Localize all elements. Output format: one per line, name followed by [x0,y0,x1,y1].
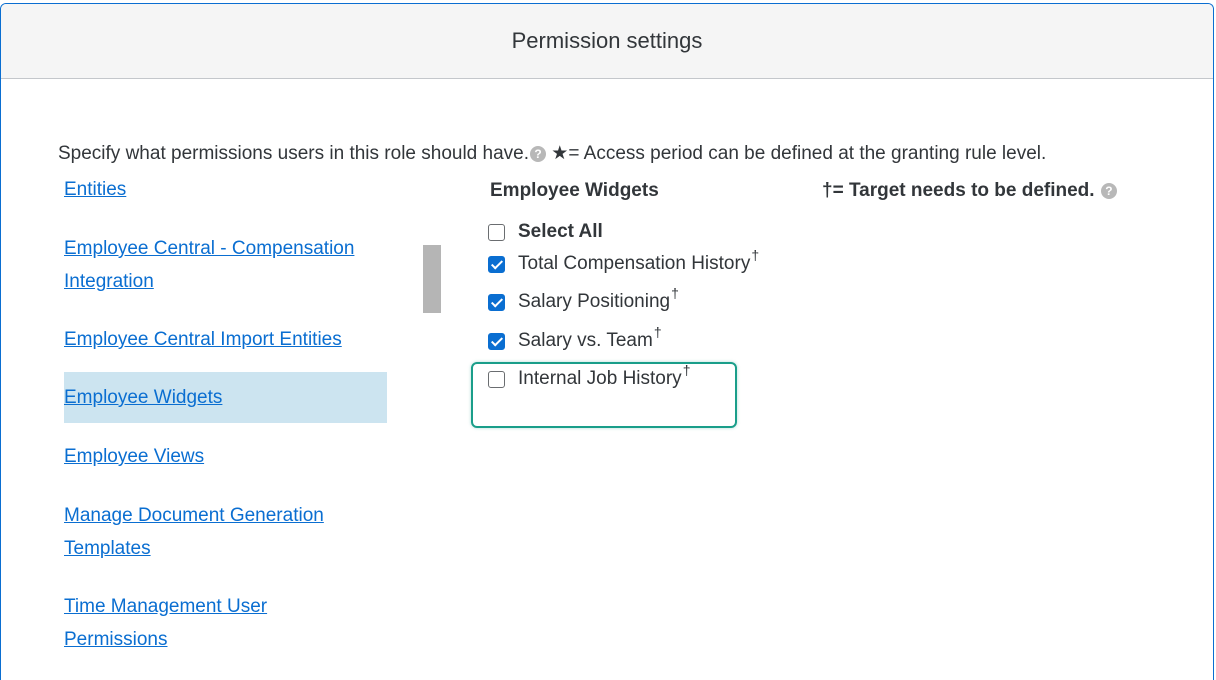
nav-scrollbar-thumb[interactable] [423,245,441,313]
select-all-checkbox[interactable] [488,223,505,241]
permission-row-total-compensation-history[interactable]: Total Compensation History † [488,247,759,275]
permission-settings-dialog: Permission settings Specify what permiss… [0,3,1214,680]
dialog-header: Permission settings [1,4,1213,79]
section-title: Employee Widgets [490,180,659,201]
permission-checkbox[interactable] [488,293,505,311]
target-dagger: † [653,324,662,340]
intro-text: Specify what permissions users in this r… [58,142,1046,165]
nav-item-employee-widgets[interactable]: Employee Widgets [64,372,387,423]
select-all-checkbox-row[interactable]: Select All [488,221,603,243]
intro-instruction: Specify what permissions users in this r… [58,143,530,164]
permission-checkbox[interactable] [488,255,505,273]
permission-label[interactable]: Salary vs. Team [518,330,653,352]
permission-row-salary-positioning[interactable]: Salary Positioning † [488,285,679,313]
nav-item-label-line2[interactable]: Permissions [64,629,167,650]
nav-item-label[interactable]: Manage Document Generation [64,505,324,526]
highlight-box [471,362,737,428]
question-circle-icon[interactable]: ? [1100,183,1117,199]
permission-row-salary-vs-team[interactable]: Salary vs. Team † [488,324,662,352]
nav-item-label[interactable]: Employee Widgets [64,387,222,408]
permission-checkbox[interactable] [488,332,505,350]
target-legend: †= Target needs to be defined. ? [822,180,1117,202]
permission-label[interactable]: Select All [518,221,603,243]
nav-item-time-management-user-permissions[interactable]: Time Management User Permissions [64,590,387,656]
nav-item-label-line2[interactable]: Templates [64,538,151,559]
dialog-title: Permission settings [511,28,703,53]
nav-item-label[interactable]: Employee Central - Compensation [64,238,354,259]
permission-label[interactable]: Salary Positioning [518,291,670,313]
target-legend-text: †= Target needs to be defined. [822,180,1095,201]
target-dagger: † [671,285,679,301]
nav-item-label[interactable]: Employee Views [64,446,204,467]
nav-item-entities[interactable]: Entities [64,173,387,206]
permission-label[interactable]: Total Compensation History [518,253,750,275]
nav-item-ec-compensation-integration[interactable]: Employee Central - Compensation Integrat… [64,232,387,298]
nav-item-ec-import-entities[interactable]: Employee Central Import Entities [64,323,387,356]
nav-item-manage-document-generation-templates[interactable]: Manage Document Generation Templates [64,499,387,565]
star-note: ★= Access period can be defined at the g… [546,143,1047,164]
nav-item-label[interactable]: Time Management User [64,596,267,617]
question-circle-icon[interactable]: ? [530,146,547,162]
nav-item-label[interactable]: Entities [64,179,126,200]
target-dagger: † [751,247,760,263]
nav-item-label-line2[interactable]: Integration [64,271,154,292]
nav-item-label[interactable]: Employee Central Import Entities [64,329,342,350]
nav-item-employee-views[interactable]: Employee Views [64,440,387,473]
